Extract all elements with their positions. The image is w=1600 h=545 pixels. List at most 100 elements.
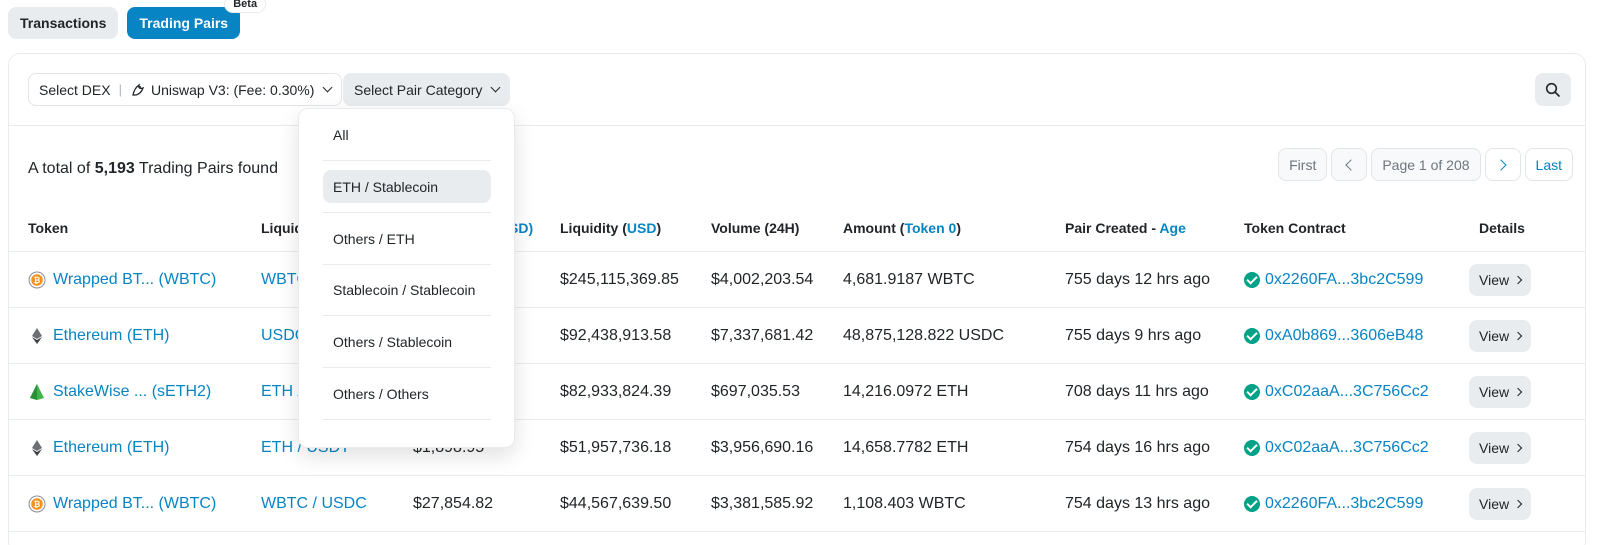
liquidity-usd-text: $44,567,639.50 <box>560 495 672 512</box>
token-link[interactable]: Ethereum (ETH) <box>28 308 169 364</box>
volume-24h-text: $7,337,681.42 <box>711 327 814 344</box>
liquidity-usd-text: $51,957,736.18 <box>560 439 672 456</box>
chevron-right-icon <box>1513 387 1523 397</box>
view-details-button[interactable]: View <box>1469 488 1532 520</box>
token-contract-link[interactable]: 0xC02aaA...3C756Cc2 <box>1244 420 1429 476</box>
volume-24h: $697,035.53 <box>711 364 800 420</box>
verified-check-icon <box>1244 328 1260 344</box>
view-label: View <box>1479 496 1510 512</box>
pair-created-age: 754 days 16 hrs ago <box>1065 420 1210 476</box>
filter-bar: Select DEX | Uniswap V3: (Fee: 0.30%) Se… <box>9 54 1585 126</box>
uniswap-icon <box>132 82 145 96</box>
token-link-text: Ethereum (ETH) <box>53 327 170 344</box>
token-contract-link[interactable]: 0x2260FA...3bc2C599 <box>1244 252 1423 308</box>
token-contract-link-text: 0xC02aaA...3C756Cc2 <box>1265 383 1429 400</box>
chevron-right-icon <box>1494 158 1507 171</box>
token-contract-link[interactable]: 0x2260FA...3bc2C599 <box>1244 476 1423 532</box>
volume-24h: $3,381,585.92 <box>711 476 813 532</box>
chevron-right-icon <box>1513 499 1523 509</box>
ethereum-icon <box>28 327 46 345</box>
token-link-text: Wrapped BT... (WBTC) <box>53 271 217 288</box>
pair-created-age-text: 754 days 13 hrs ago <box>1065 495 1210 512</box>
pair-created-age: 708 days 11 hrs ago <box>1065 364 1209 420</box>
search-button[interactable] <box>1535 73 1571 106</box>
ethereum-icon <box>28 439 46 457</box>
header-amount-post: ) <box>956 220 961 236</box>
liquidity-usd: $51,957,736.18 <box>560 420 671 476</box>
menu-item-others-eth[interactable]: Others / ETH <box>323 222 491 255</box>
view-details-button[interactable]: View <box>1469 432 1532 464</box>
chevron-right-icon <box>1513 275 1523 285</box>
pair-link[interactable]: ETH / <box>261 364 302 420</box>
verified-check-icon <box>1244 496 1260 512</box>
prev-page-button[interactable] <box>1331 148 1368 181</box>
select-pair-category-label: Select Pair Category <box>354 81 483 98</box>
token-link[interactable]: ₿ Wrapped BT... (WBTC) <box>28 252 216 308</box>
pair-created-age-text: 755 days 12 hrs ago <box>1065 271 1210 288</box>
view-label: View <box>1479 384 1510 400</box>
view-details-button[interactable]: View <box>1469 320 1532 352</box>
menu-item-all[interactable]: All <box>323 118 491 151</box>
menu-item-others-stablecoin[interactable]: Others / Stablecoin <box>323 325 491 358</box>
first-page-button[interactable]: First <box>1278 148 1328 181</box>
header-amount-pre: Amount ( <box>843 220 905 236</box>
details-cell: View <box>1469 308 1532 364</box>
token-contract-link[interactable]: 0xC02aaA...3C756Cc2 <box>1244 364 1429 420</box>
token-link[interactable]: ₿ Wrapped BT... (WBTC) <box>28 476 216 532</box>
results-summary: A total of 5,193 Trading Pairs found <box>28 160 278 178</box>
chevron-down-icon <box>490 82 501 93</box>
amount-token0: 14,216.0972 ETH <box>843 364 968 420</box>
pair-link[interactable]: WBTC / USDC <box>261 476 367 532</box>
token-contract-link[interactable]: 0xA0b869...3606eB48 <box>1244 308 1423 364</box>
menu-divider <box>323 264 491 265</box>
header-pair-created: Pair Created - Age <box>1065 220 1186 236</box>
view-details-button[interactable]: View <box>1469 376 1532 408</box>
amount-token0: 48,875,128.822 USDC <box>843 308 1004 364</box>
volume-24h: $7,337,681.42 <box>711 308 813 364</box>
menu-item-stablecoin-stablecoin[interactable]: Stablecoin / Stablecoin <box>323 273 491 306</box>
menu-item-eth-stablecoin[interactable]: ETH / Stablecoin <box>323 170 491 203</box>
select-dex-label: Select DEX <box>39 81 111 98</box>
token-link-text: StakeWise ... (sETH2) <box>53 383 212 400</box>
table-row: Ethereum (ETH)ETH / USDT$1,898.95$51,957… <box>9 420 1585 476</box>
header-liquidity-unit[interactable]: USD <box>627 220 657 236</box>
table-row: ₿ Wrapped BT... (WBTC) WBTC $245,115,369.85… <box>9 252 1585 308</box>
stakewise-icon <box>28 383 46 401</box>
menu-item-others-others[interactable]: Others / Others <box>323 377 491 410</box>
pair-link-text: WBTC / USDC <box>261 495 367 512</box>
liquidity-usd-text: $245,115,369.85 <box>560 271 679 288</box>
amount-token0: 1,108.403 WBTC <box>843 476 966 532</box>
svg-text:₿: ₿ <box>34 276 41 285</box>
details-cell: View <box>1469 420 1532 476</box>
summary-prefix: A total of <box>28 160 91 177</box>
price-usd-text: $27,854.82 <box>413 495 494 512</box>
header-liquidity-usd: Liquidity (USD) <box>560 220 661 236</box>
verified-check-icon <box>1244 272 1260 288</box>
pair-created-age: 755 days 12 hrs ago <box>1065 252 1210 308</box>
pair-link-text: ETH / <box>261 383 302 400</box>
pair-created-age-text: 754 days 16 hrs ago <box>1065 439 1210 456</box>
chevron-left-icon <box>1345 158 1358 171</box>
header-created-age[interactable]: Age <box>1159 220 1185 236</box>
tab-transactions[interactable]: Transactions <box>8 7 119 39</box>
details-cell: View <box>1469 364 1532 420</box>
pair-created-age: 754 days 13 hrs ago <box>1065 476 1210 532</box>
view-details-button[interactable]: View <box>1469 264 1532 296</box>
token-link[interactable]: Ethereum (ETH) <box>28 420 169 476</box>
header-amount-unit[interactable]: Token 0 <box>904 220 956 236</box>
next-page-button[interactable] <box>1484 148 1521 181</box>
view-label: View <box>1479 272 1510 288</box>
tab-trading-pairs-label: Trading Pairs <box>139 15 229 31</box>
svg-text:₿: ₿ <box>34 500 41 509</box>
amount-token0-text: 14,216.0972 ETH <box>843 383 969 400</box>
trading-pairs-card: Select DEX | Uniswap V3: (Fee: 0.30%) Se… <box>8 53 1586 545</box>
last-page-button[interactable]: Last <box>1524 148 1573 181</box>
header-liquidity-pre: Liquidity ( <box>560 220 627 236</box>
tab-bar: Transactions Trading Pairs Beta <box>8 0 267 39</box>
select-pair-category-dropdown[interactable]: Select Pair Category <box>343 73 511 106</box>
header-liquidity-post: ) <box>656 220 662 236</box>
token-link[interactable]: StakeWise ... (sETH2) <box>28 364 211 420</box>
tab-trading-pairs[interactable]: Trading Pairs Beta <box>127 0 267 39</box>
header-amount: Amount (Token 0) <box>843 220 961 236</box>
select-dex-dropdown[interactable]: Select DEX | Uniswap V3: (Fee: 0.30%) <box>28 73 343 106</box>
